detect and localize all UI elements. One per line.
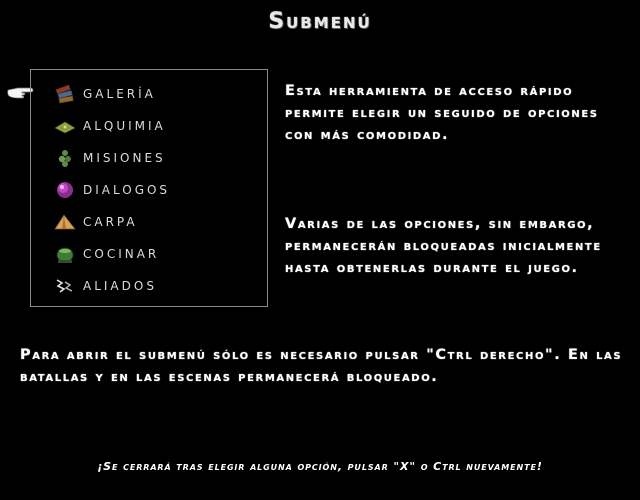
footer-note: ¡Se cerrará tras elegir alguna opción, p…: [97, 460, 543, 473]
menu-item-dialogos[interactable]: Dialogos: [53, 178, 253, 202]
allies-icon: [56, 279, 73, 293]
menu-item-label: Cocinar: [83, 247, 160, 261]
submenu-panel: Galería Alquimia Misiones Dialogos: [30, 69, 268, 307]
menu-item-label: Dialogos: [83, 183, 171, 197]
description-paragraph-1: Esta herramienta de acceso rápido permit…: [285, 83, 599, 143]
menu-item-misiones[interactable]: Misiones: [53, 146, 253, 170]
menu-item-galeria[interactable]: Galería: [53, 82, 253, 106]
description-paragraph-2: Varias de las opciones, sin embargo, per…: [285, 216, 602, 276]
dialog-orb-icon: [57, 182, 73, 198]
menu-item-label: Galería: [83, 87, 156, 101]
missions-icon: [58, 150, 71, 167]
page-title: Submenú: [268, 9, 372, 34]
tent-icon: [54, 214, 76, 230]
menu-item-label: Aliados: [83, 279, 157, 293]
alchemy-icon: [54, 121, 76, 134]
instructions-paragraph: Para abrir el submenú sólo es necesario …: [20, 347, 623, 385]
menu-item-label: Misiones: [83, 151, 166, 165]
menu-item-label: Carpa: [83, 215, 138, 229]
menu-item-cocinar[interactable]: Cocinar: [53, 242, 253, 266]
menu-item-aliados[interactable]: Aliados: [53, 274, 253, 298]
books-icon: [55, 84, 74, 104]
menu-item-label: Alquimia: [83, 119, 166, 133]
menu-item-alquimia[interactable]: Alquimia: [53, 114, 253, 138]
cooking-pot-icon: [56, 247, 74, 263]
menu-item-carpa[interactable]: Carpa: [53, 210, 253, 234]
